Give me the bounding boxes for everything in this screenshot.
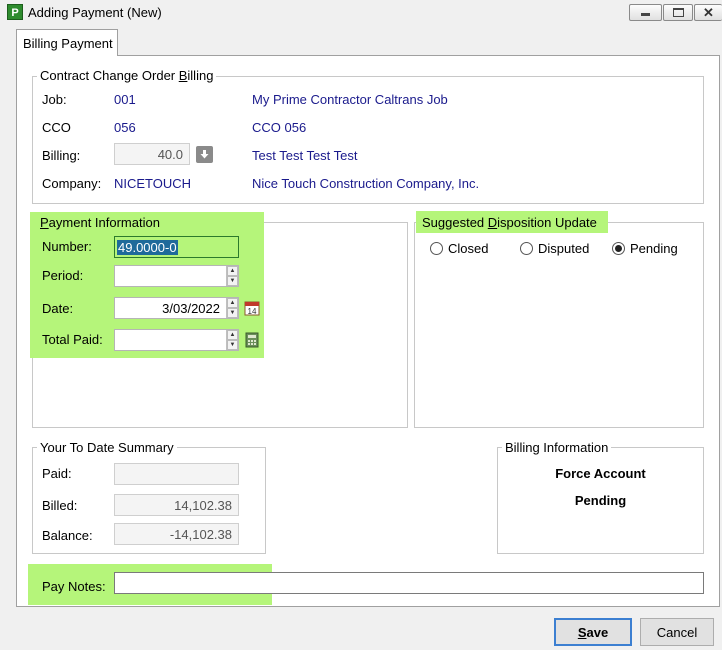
billed-label: Billed: xyxy=(42,498,78,513)
company-name: Nice Touch Construction Company, Inc. xyxy=(252,176,480,191)
cco-value: 056 xyxy=(114,120,136,135)
calendar-icon[interactable]: 14 xyxy=(244,300,260,319)
tab-label: Billing Payment xyxy=(23,36,113,51)
number-input[interactable]: 49.0000-0 xyxy=(114,236,239,258)
radio-disputed-circle xyxy=(520,242,533,255)
paid-label: Paid: xyxy=(42,466,72,481)
job-name: My Prime Contractor Caltrans Job xyxy=(252,92,448,107)
balance-field: -14,102.38 xyxy=(114,523,239,545)
period-spinner[interactable]: ▲ ▼ xyxy=(226,266,238,286)
summary-group-legend: Your To Date Summary xyxy=(37,440,177,455)
billing-desc: Test Test Test Test xyxy=(252,148,358,163)
radio-disputed-label: Disputed xyxy=(538,241,590,256)
date-input[interactable]: 3/03/2022 ▲ ▼ xyxy=(114,297,239,319)
date-spinner[interactable]: ▲ ▼ xyxy=(226,298,238,318)
radio-closed-circle xyxy=(430,242,443,255)
job-label: Job: xyxy=(42,92,67,107)
billing-field[interactable]: 40.0 xyxy=(114,143,190,165)
billed-field: 14,102.38 xyxy=(114,494,239,516)
balance-value: -14,102.38 xyxy=(169,526,232,542)
pay-notes-label: Pay Notes: xyxy=(42,579,106,594)
number-value: 49.0000-0 xyxy=(117,239,178,255)
svg-text:14: 14 xyxy=(248,307,257,316)
pay-notes-input[interactable] xyxy=(114,572,704,594)
minimize-icon xyxy=(641,13,650,16)
date-value: 3/03/2022 xyxy=(162,300,220,316)
calculator-icon[interactable] xyxy=(245,332,259,351)
title-bar: P Adding Payment (New) ✕ xyxy=(0,0,722,26)
period-input[interactable]: ▲ ▼ xyxy=(114,265,239,287)
cancel-button[interactable]: Cancel xyxy=(640,618,714,646)
company-value: NICETOUCH xyxy=(114,176,192,191)
company-label: Company: xyxy=(42,176,102,191)
radio-closed[interactable]: Closed xyxy=(430,241,488,256)
close-icon: ✕ xyxy=(703,5,714,20)
radio-pending-circle xyxy=(612,242,625,255)
billed-value: 14,102.38 xyxy=(174,497,232,513)
paid-field xyxy=(114,463,239,485)
disposition-group-legend: Suggested Disposition Update xyxy=(416,211,608,233)
close-button[interactable]: ✕ xyxy=(694,4,722,21)
number-label: Number: xyxy=(42,239,92,254)
date-label: Date: xyxy=(42,301,74,316)
period-label: Period: xyxy=(42,268,84,283)
cco-label: CCO xyxy=(42,120,71,135)
save-button[interactable]: Save xyxy=(554,618,632,646)
billing-label: Billing: xyxy=(42,148,81,163)
total-paid-label: Total Paid: xyxy=(42,332,103,347)
maximize-icon xyxy=(672,8,684,17)
billing-info-line1: Force Account xyxy=(555,466,646,481)
contract-group-legend: Contract Change Order Billing xyxy=(37,68,217,83)
radio-disputed[interactable]: Disputed xyxy=(520,241,589,256)
radio-closed-label: Closed xyxy=(448,241,489,256)
total-paid-spinner[interactable]: ▲ ▼ xyxy=(226,330,238,350)
download-arrow-icon[interactable] xyxy=(196,146,213,163)
payment-group-legend: Payment Information xyxy=(40,215,160,230)
balance-label: Balance: xyxy=(42,528,93,543)
radio-pending-label: Pending xyxy=(630,241,678,256)
total-paid-input[interactable]: ▲ ▼ xyxy=(114,329,239,351)
tab-billing-payment[interactable]: Billing Payment xyxy=(16,29,118,56)
radio-pending[interactable]: Pending xyxy=(612,241,678,256)
billing-info-legend: Billing Information xyxy=(502,440,612,455)
minimize-button[interactable] xyxy=(629,4,662,21)
billing-info-line2: Pending xyxy=(574,493,627,508)
job-value: 001 xyxy=(114,92,136,107)
app-icon: P xyxy=(7,4,23,20)
maximize-button[interactable] xyxy=(663,4,693,21)
billing-value: 40.0 xyxy=(157,146,183,162)
window-title: Adding Payment (New) xyxy=(28,5,162,20)
cco-name: CCO 056 xyxy=(252,120,307,135)
